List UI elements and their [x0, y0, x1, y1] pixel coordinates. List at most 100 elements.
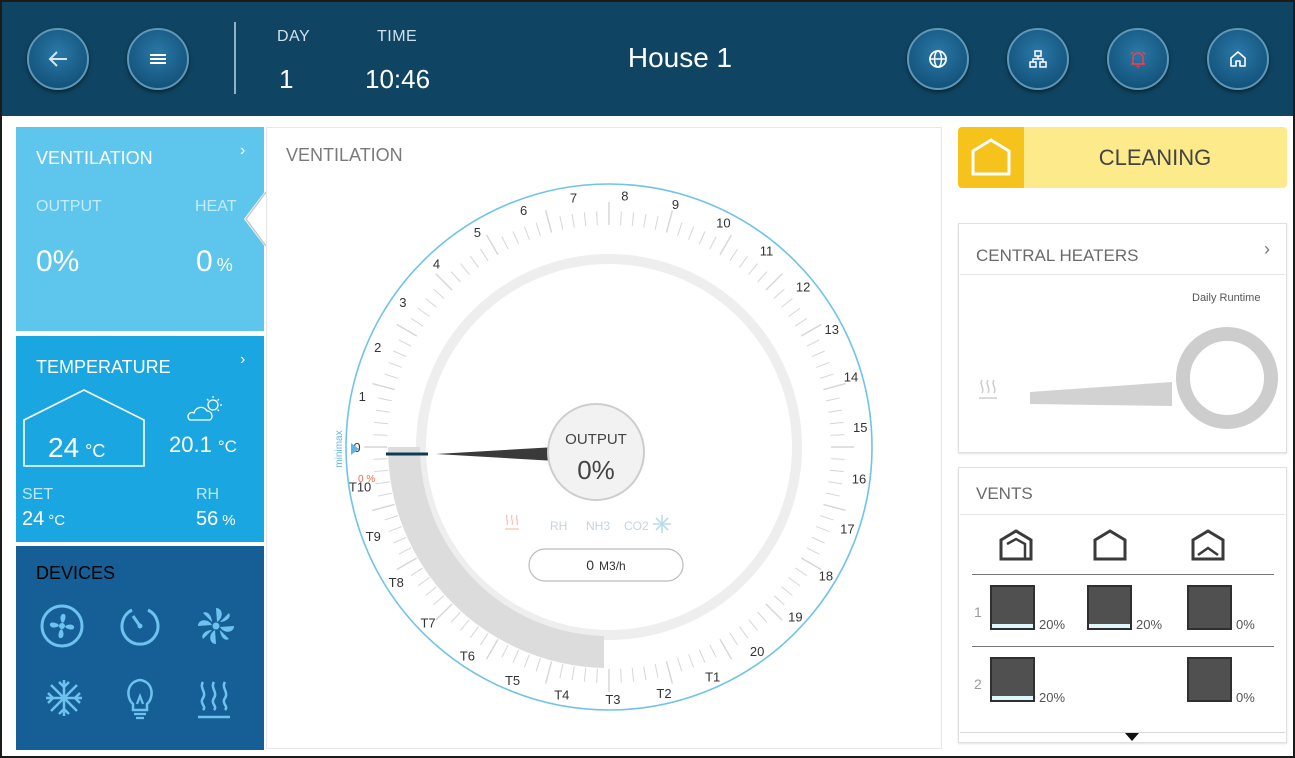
dial-tick — [559, 216, 564, 230]
inside-temperature: 24 °C — [48, 432, 106, 463]
dial-label: 9 — [672, 197, 679, 212]
network-button[interactable] — [1007, 28, 1069, 90]
home-button[interactable] — [1207, 28, 1269, 90]
dial-tick — [806, 339, 820, 347]
dial-tick — [512, 649, 520, 663]
dial-tick — [719, 638, 733, 660]
dial-tick — [631, 212, 635, 227]
dial-label: T5 — [505, 673, 520, 688]
dial-tick — [596, 211, 598, 226]
globe-button[interactable] — [907, 28, 969, 90]
vent-percent: 20% — [1136, 617, 1163, 632]
vents-row-divider-1 — [972, 574, 1274, 575]
dial-tick — [826, 492, 840, 497]
back-button[interactable] — [27, 28, 89, 90]
dial-tick — [583, 667, 587, 682]
dial-tick — [829, 469, 844, 473]
sensor-co2-label: CO2 — [624, 519, 649, 533]
dial-tick — [794, 318, 808, 327]
vent-type-tunnel-icon — [1191, 529, 1225, 561]
zero-percent-red: 0 % — [358, 474, 375, 485]
timer-icon[interactable] — [118, 604, 162, 648]
dial-tick — [433, 288, 445, 299]
dial-tick — [794, 567, 808, 576]
light-bulb-icon[interactable] — [122, 676, 158, 720]
vent-percent: 20% — [1039, 690, 1066, 705]
dial-tick — [480, 248, 489, 262]
circulation-fan-icon[interactable] — [194, 604, 238, 648]
vent-gauge — [990, 585, 1035, 630]
home-icon — [1230, 51, 1246, 67]
vents-row-divider-2 — [972, 646, 1274, 647]
menu-button[interactable] — [127, 28, 189, 90]
dial-label: 13 — [824, 322, 838, 337]
dial-tick — [480, 632, 489, 646]
weather-cloud-sun-icon — [187, 396, 222, 421]
dial-tick — [596, 668, 598, 683]
dial-tick — [571, 666, 575, 681]
minimax-label: minimax — [334, 430, 345, 467]
dial-tick — [373, 458, 388, 460]
dial-tick — [709, 236, 717, 250]
central-heaters-chevron-icon: › — [1264, 239, 1270, 259]
dial-tick — [571, 213, 575, 228]
daily-runtime-label: Daily Runtime — [1192, 292, 1261, 304]
dial-label: 17 — [840, 522, 854, 537]
vents-footer-divider — [960, 732, 1285, 733]
dial-tick — [781, 298, 793, 308]
dial-label: T6 — [460, 648, 475, 663]
vent-gauge — [1187, 657, 1232, 702]
network-icon — [1029, 50, 1047, 68]
dial-tick — [450, 611, 461, 623]
dial-tick — [773, 595, 785, 606]
cooling-snowflake-icon[interactable] — [44, 678, 84, 718]
dial-label: T4 — [554, 688, 569, 703]
dial-tick — [559, 664, 564, 678]
dial-tick — [823, 382, 846, 391]
dial-tick — [388, 361, 402, 368]
dial-tick — [688, 654, 695, 668]
house-status-icon — [971, 138, 1011, 176]
scroll-down-icon[interactable] — [1124, 732, 1140, 742]
cooling-small-icon — [653, 515, 671, 533]
set-temperature: 24 °C — [22, 508, 66, 530]
dial-tick — [739, 255, 749, 268]
rh-value: 56% — [196, 508, 236, 530]
dial-label: 2 — [374, 340, 381, 355]
dial-tick — [757, 611, 768, 623]
ventilation-panel-title: VENTILATION — [36, 148, 153, 168]
dial-tick — [823, 503, 846, 512]
dial-tick — [544, 661, 553, 684]
dial-label: 11 — [760, 243, 774, 258]
dial-label: 8 — [621, 188, 628, 203]
heater-icon[interactable] — [196, 678, 232, 720]
ventilation-dial: 01234567891011121314151617181920T1T2T3T4… — [334, 183, 873, 711]
dial-tick — [665, 210, 674, 233]
dial-tick — [654, 664, 659, 678]
dial-tick — [417, 577, 430, 587]
dial-tick — [544, 210, 553, 233]
dial-tick — [819, 373, 834, 379]
dial-tick — [819, 515, 834, 521]
dial-tick — [384, 515, 399, 521]
alarm-button[interactable] — [1107, 28, 1169, 90]
knob-output-label: OUTPUT — [565, 431, 627, 448]
dial-tick — [816, 526, 830, 533]
dial-tick — [748, 619, 758, 631]
dial-tick — [460, 619, 470, 631]
dial-label: 18 — [819, 568, 833, 583]
dial-tick — [719, 234, 733, 256]
knob-output-value: 0% — [577, 455, 615, 485]
ventilation-chevron-icon: › — [240, 142, 246, 159]
dial-tick — [485, 638, 499, 660]
dial-tick — [435, 273, 453, 291]
dial-tick — [512, 231, 520, 245]
dial-tick — [830, 434, 845, 436]
time-label: TIME — [377, 28, 418, 45]
dial-tick — [388, 526, 402, 533]
dial-tick — [800, 323, 822, 337]
fan-icon[interactable] — [40, 604, 84, 648]
dial-tick — [698, 231, 706, 245]
dial-tick — [417, 307, 430, 317]
dial-tick — [501, 236, 509, 250]
